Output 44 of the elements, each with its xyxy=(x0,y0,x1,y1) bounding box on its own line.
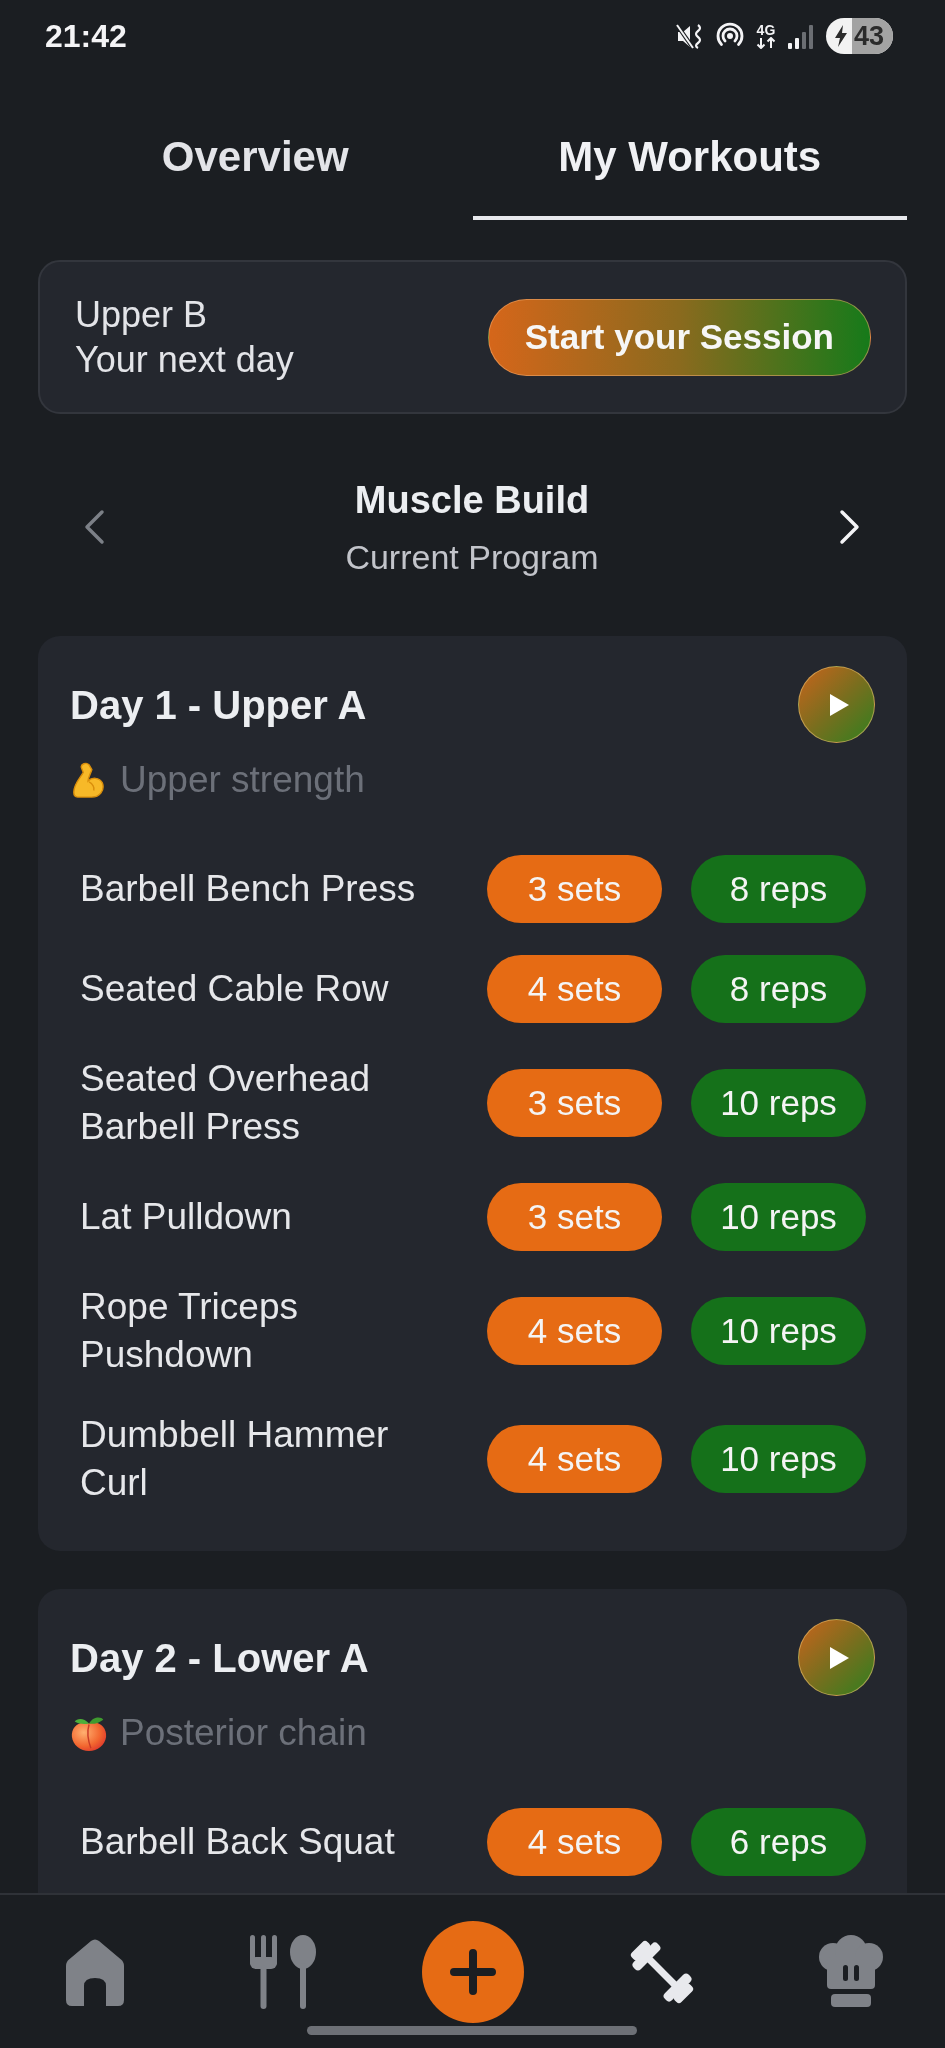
day-title: Day 1 - Upper A xyxy=(70,681,367,729)
day-title: Day 2 - Lower A xyxy=(70,1634,369,1682)
next-day-caption: Your next day xyxy=(75,338,294,382)
status-time: 21:42 xyxy=(45,17,127,55)
exercise-name: Barbell Bench Press xyxy=(80,867,417,911)
reps-badge: 6 reps xyxy=(691,1808,866,1876)
exercise-name: Lat Pulldown xyxy=(80,1195,293,1239)
bolt-icon xyxy=(833,25,848,47)
reps-badge: 10 reps xyxy=(691,1297,866,1365)
data-arrows-icon xyxy=(755,37,776,49)
play-icon xyxy=(827,692,850,717)
start-session-button[interactable]: Start your Session xyxy=(487,298,871,376)
network-type: 4G xyxy=(756,23,776,37)
chef-hat-icon[interactable] xyxy=(817,1934,884,2009)
sets-badge: 3 sets xyxy=(487,1069,662,1137)
reps-badge: 10 reps xyxy=(691,1425,866,1493)
reps-badge: 8 reps xyxy=(691,855,866,923)
plus-icon xyxy=(448,1947,497,1996)
day-focus: Posterior chain xyxy=(120,1711,367,1755)
battery-level: 43 xyxy=(851,18,893,54)
fork-and-spoon-icon[interactable] xyxy=(249,1934,318,2009)
exercise-name: Barbell Back Squat xyxy=(80,1820,396,1864)
sets-badge: 4 sets xyxy=(487,1808,662,1876)
exercise-name: Seated Cable Row xyxy=(80,967,390,1011)
next-day-title: Upper B xyxy=(75,293,209,337)
tab[interactable]: Overview xyxy=(38,72,473,220)
reps-badge: 8 reps xyxy=(691,955,866,1023)
program-caption: Current Program xyxy=(345,537,599,578)
sets-badge: 4 sets xyxy=(487,1297,662,1365)
exercise-name: Seated Overhead Barbell Press xyxy=(80,1057,372,1149)
tab[interactable]: My Workouts xyxy=(472,72,907,220)
sets-badge: 3 sets xyxy=(487,855,662,923)
reps-badge: 10 reps xyxy=(691,1183,866,1251)
signal-icon xyxy=(786,22,815,50)
exercise-name: Rope Triceps Pushdown xyxy=(80,1285,299,1377)
reps-badge: 10 reps xyxy=(691,1069,866,1137)
play-icon xyxy=(827,1645,850,1670)
mute-vibrate-icon xyxy=(675,22,704,50)
sets-badge: 3 sets xyxy=(487,1183,662,1251)
program-name: Muscle Build xyxy=(354,478,590,523)
exercise-name: Dumbbell Hammer Curl xyxy=(80,1413,390,1505)
day-focus: Upper strength xyxy=(120,758,365,802)
sets-badge: 4 sets xyxy=(487,955,662,1023)
sets-badge: 4 sets xyxy=(487,1425,662,1493)
